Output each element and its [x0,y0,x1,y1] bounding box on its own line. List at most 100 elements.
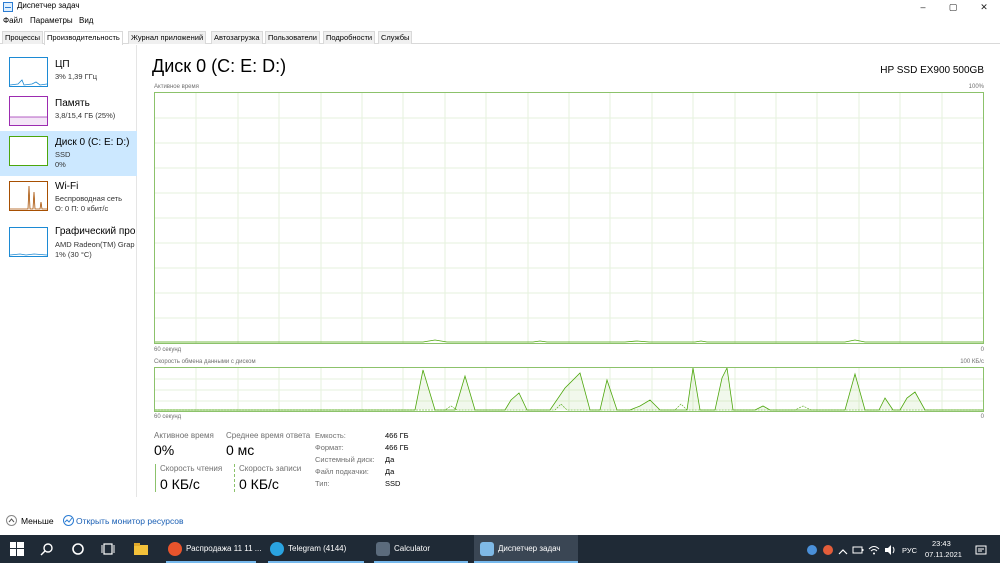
active-time-stat-value: 0% [154,442,175,458]
info-label-system-disk: Системный диск: [315,455,375,464]
memory-thumbnail-graph [9,96,48,126]
minimize-button[interactable]: – [910,0,936,15]
sidebar-item-detail: AMD Radeon(TM) Grap [55,240,135,249]
sidebar-item-detail: 3,8/15,4 ГБ (25%) [55,111,116,120]
avg-response-stat-value: 0 мс [226,442,255,458]
sidebar-item-disk[interactable]: Диск 0 (C: E: D:) SSD 0% [0,131,137,176]
write-rate-indicator [234,464,235,492]
resource-monitor-icon [63,515,74,526]
info-label-type: Тип: [315,479,330,488]
tab-services[interactable]: Службы [378,31,413,44]
sidebar-item-detail: 3% 1,39 ГГц [55,72,98,81]
tray-app-icon[interactable] [806,543,818,555]
wifi-icon[interactable] [868,543,880,555]
title-bar: Диспетчер задач – ▢ ✕ [0,0,1000,15]
info-label-capacity: Емкость: [315,431,346,440]
taskbar-app-browser[interactable]: Распродажа 11 11 ... [162,535,262,563]
telegram-icon [270,542,284,556]
info-value-pagefile: Да [385,467,395,476]
graph-transfer-label: Скорость обмена данными с диском [154,359,256,365]
cpu-thumbnail-graph [9,57,48,87]
tab-app-history[interactable]: Журнал приложений [128,31,207,44]
open-resource-monitor-link[interactable]: Открыть монитор ресурсов [76,516,184,526]
maximize-button[interactable]: ▢ [940,0,966,15]
read-rate-stat-value: 0 КБ/с [160,476,200,492]
sidebar-item-wifi[interactable]: Wi-Fi Беспроводная сеть О: 0 П: 0 кбит/с [0,177,137,222]
menu-view[interactable]: Вид [79,16,93,25]
tab-startup[interactable]: Автозагрузка [211,31,263,44]
avg-response-stat-label: Среднее время ответа [226,431,311,440]
menu-options[interactable]: Параметры [30,16,73,25]
file-explorer-icon[interactable] [134,542,148,556]
close-button[interactable]: ✕ [971,0,997,15]
taskbar-app-telegram[interactable]: Telegram (4144) [264,535,368,563]
sidebar-item-cpu[interactable]: ЦП 3% 1,39 ГГц [0,53,137,98]
taskbar-app-label: Calculator [394,544,431,553]
windows-start-icon[interactable] [10,542,24,556]
cortana-icon[interactable] [71,542,85,556]
tab-processes[interactable]: Процессы [2,31,44,44]
graph-transfer-duration: 60 секунд [154,414,182,420]
taskbar-app-task-manager[interactable]: Диспетчер задач [474,535,578,563]
write-rate-stat-label: Скорость записи [239,464,302,473]
chevron-up-icon[interactable] [838,544,848,555]
sidebar-item-label: Графический про [55,226,136,237]
sidebar-item-label: Диск 0 (C: E: D:) [55,137,130,148]
tray-app-icon-2[interactable] [822,543,834,555]
tab-users[interactable]: Пользователи [265,31,320,44]
task-manager-icon [3,2,13,12]
input-language[interactable]: РУС [902,546,917,555]
sidebar-item-usage: О: 0 П: 0 кбит/с [55,204,109,213]
device-model: HP SSD EX900 500GB [880,65,984,76]
active-time-graph [154,92,984,344]
sidebar-item-label: Память [55,98,90,109]
sidebar-item-usage: 1% (30 °C) [55,250,92,259]
taskbar: Распродажа 11 11 ... Telegram (4144) Cal… [0,535,1000,563]
sidebar-item-label: ЦП [55,59,70,70]
disk-thumbnail-graph [9,136,48,166]
tab-details[interactable]: Подробности [323,31,376,44]
clock-time[interactable]: 23:43 [932,539,951,548]
graph-transfer-min: 0 [980,414,984,420]
search-icon[interactable] [40,542,54,556]
footer-bar: Меньше Открыть монитор ресурсов [0,510,1000,532]
calculator-icon [376,542,390,556]
info-label-pagefile: Файл подкачки: [315,467,369,476]
info-value-type: SSD [385,479,401,488]
clock-date[interactable]: 07.11.2021 [925,550,962,559]
taskbar-app-label: Диспетчер задач [498,544,561,553]
sidebar-item-detail: Беспроводная сеть [55,194,123,203]
sidebar-item-usage: 0% [55,160,66,169]
menu-bar: Файл Параметры Вид [0,15,1000,29]
taskbar-app-calculator[interactable]: Calculator [370,535,472,563]
browser-icon [168,542,182,556]
chevron-up-icon[interactable] [6,515,17,526]
page-title: Диск 0 (C: E: D:) [152,56,287,76]
menu-file[interactable]: Файл [3,16,23,25]
volume-icon[interactable] [884,543,896,555]
notifications-icon[interactable] [975,543,987,555]
task-manager-taskbar-icon [480,542,494,556]
info-label-format: Формат: [315,443,344,452]
graph-active-time-min: 0 [980,347,984,353]
sidebar-item-detail: SSD [55,150,71,159]
task-view-icon[interactable] [101,542,115,556]
tab-performance[interactable]: Производительность [44,31,123,45]
read-rate-stat-label: Скорость чтения [160,464,223,473]
graph-active-time-duration: 60 секунд [154,347,182,353]
info-value-system-disk: Да [385,455,395,464]
read-rate-indicator [155,464,156,492]
window-title: Диспетчер задач [17,1,80,10]
battery-icon[interactable] [852,543,864,555]
write-rate-stat-value: 0 КБ/с [239,476,279,492]
sidebar-item-gpu[interactable]: Графический про AMD Radeon(TM) Grap 1% (… [0,223,137,268]
performance-sidebar: ЦП 3% 1,39 ГГц Память 3,8/15,4 ГБ (25%) … [0,45,137,497]
active-time-stat-label: Активное время [154,431,214,440]
taskbar-app-label: Распродажа 11 11 ... [186,544,262,553]
graph-active-time-max: 100% [968,84,984,90]
wifi-thumbnail-graph [9,181,48,211]
info-value-capacity: 466 ГБ [385,431,409,440]
taskbar-app-label: Telegram (4144) [288,544,347,553]
tab-bar: Процессы Производительность Журнал прило… [0,30,1000,45]
fewer-details-link[interactable]: Меньше [21,516,54,526]
